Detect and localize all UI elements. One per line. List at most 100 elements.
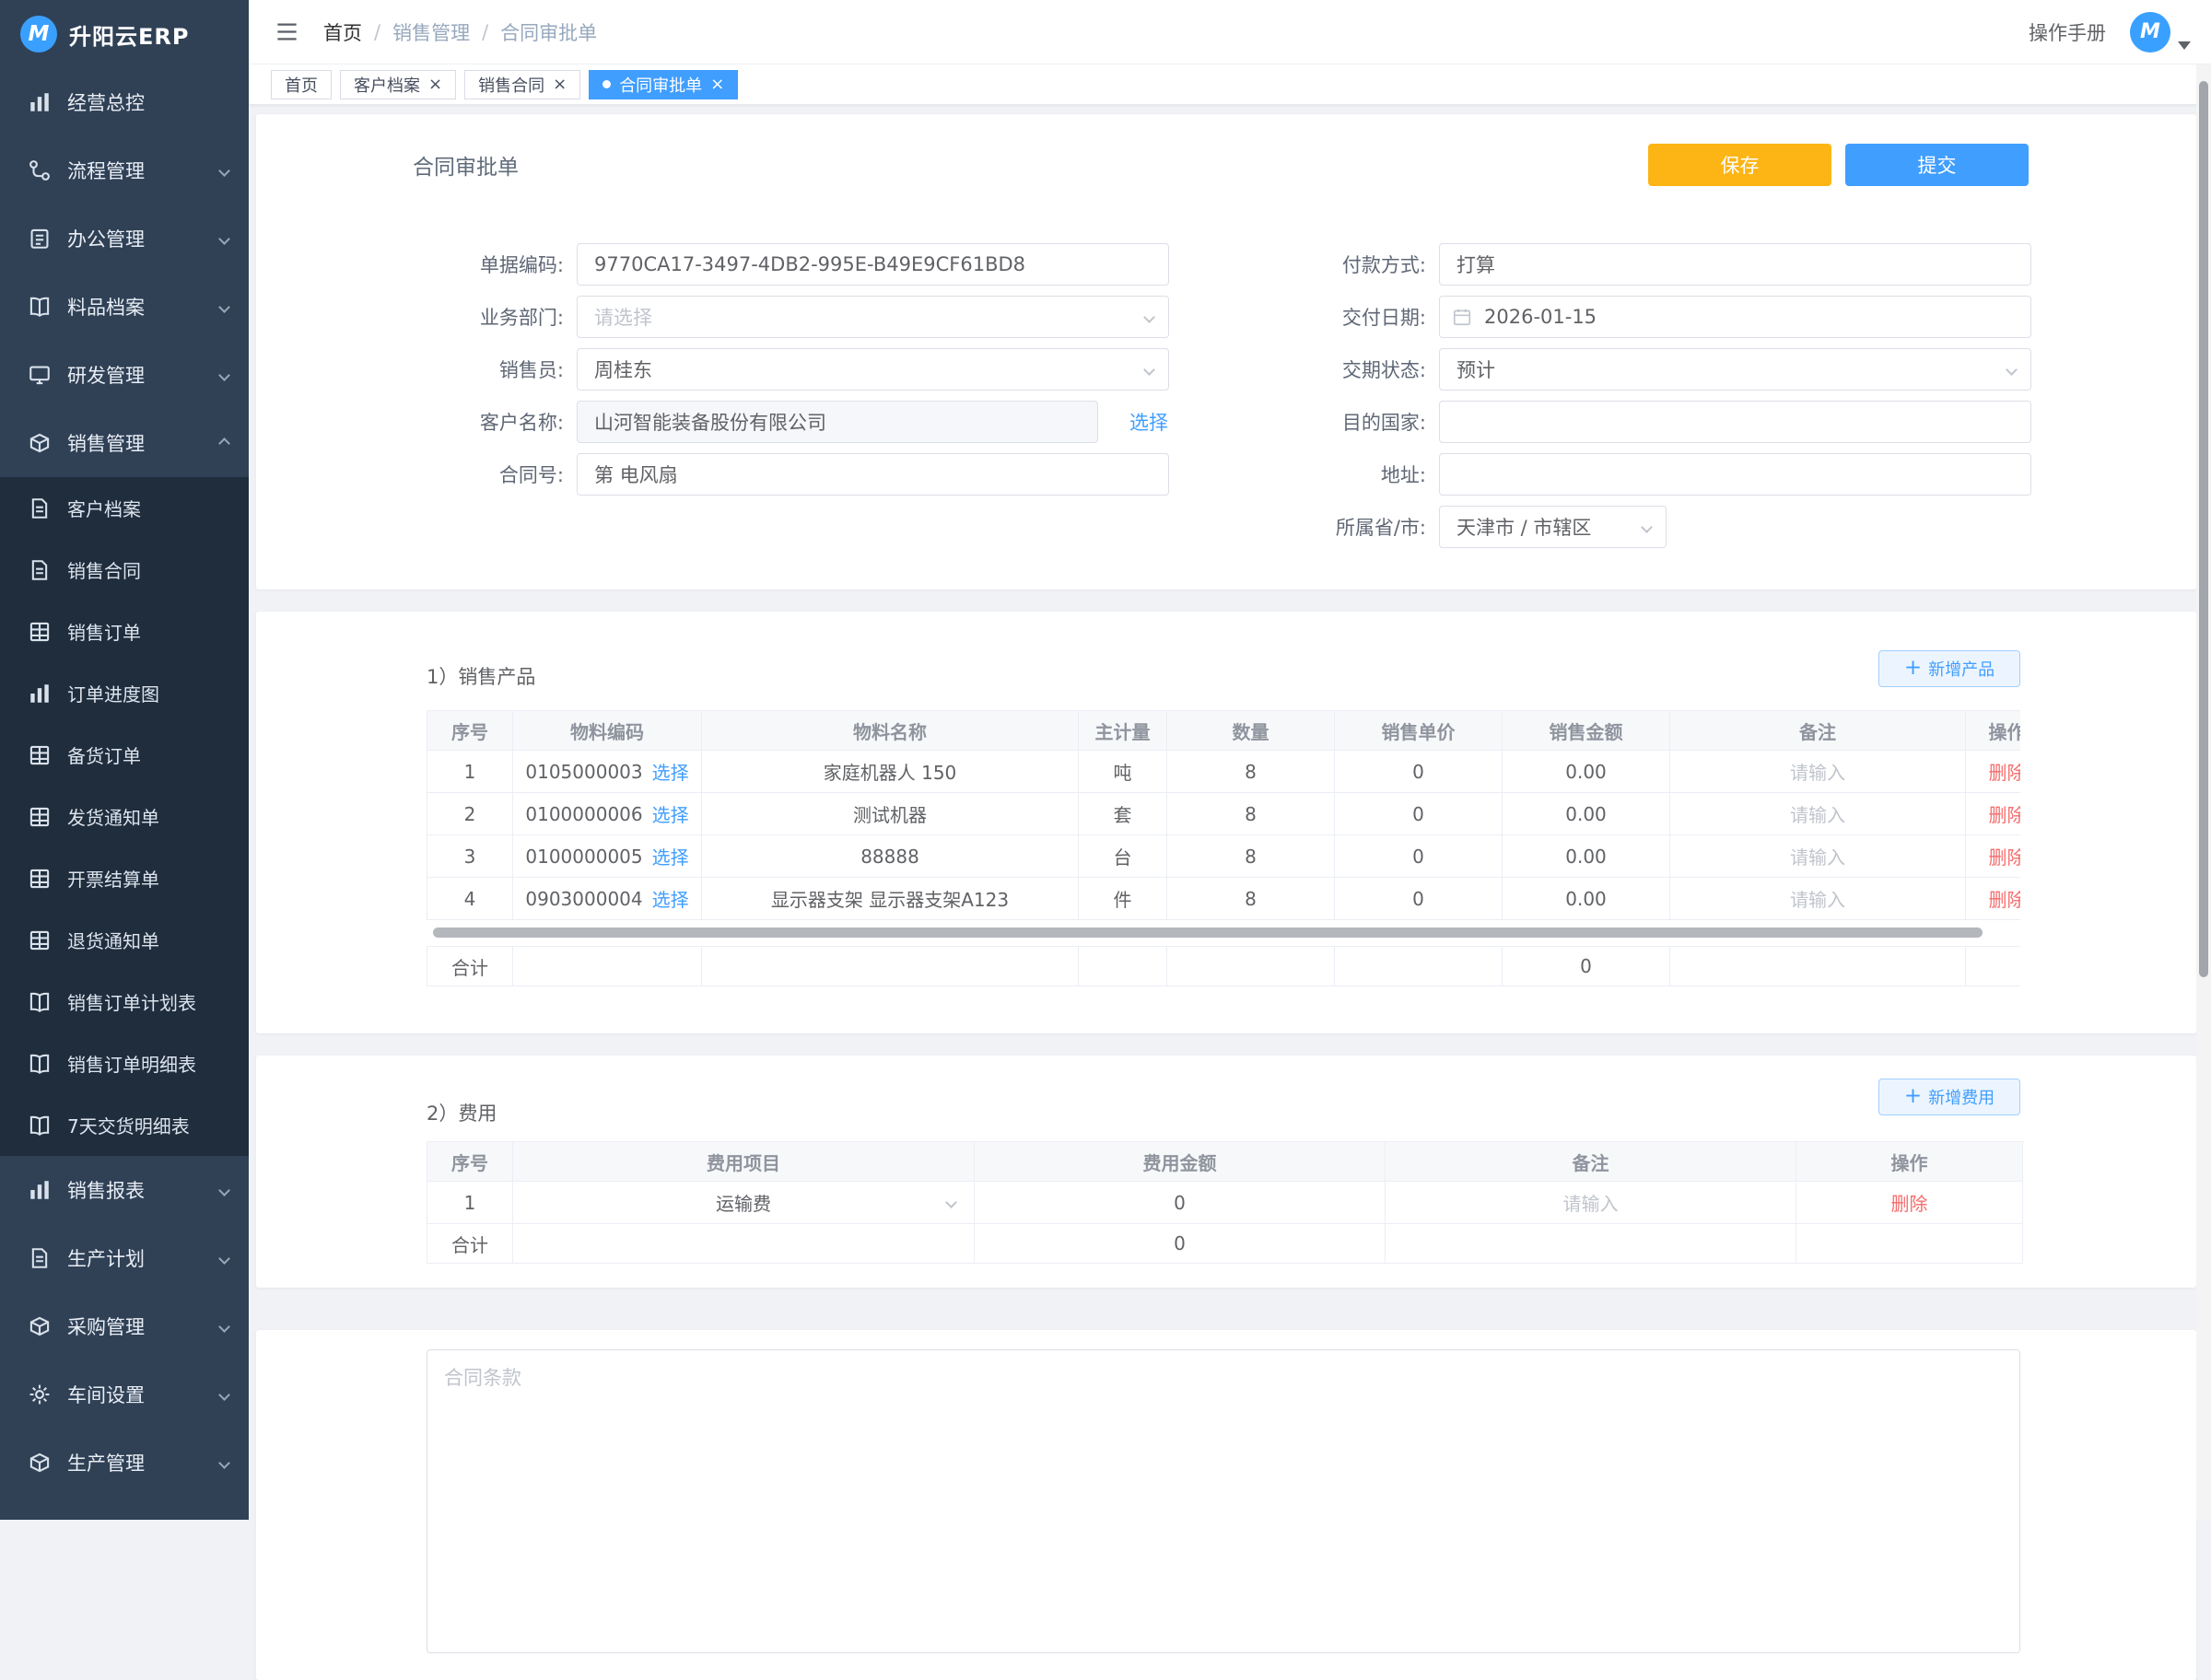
contract-no-field[interactable]	[577, 453, 1169, 496]
sidebar-item-delivery-notice[interactable]: 发货通知单	[0, 786, 249, 847]
sidebar-item-sales-mgmt[interactable]: 销售管理	[0, 409, 249, 477]
sidebar-item-production-mgmt[interactable]: 生产管理	[0, 1429, 249, 1497]
save-button[interactable]: 保存	[1648, 144, 1831, 186]
sidebar-item-business-overview[interactable]: 经营总控	[0, 68, 249, 136]
destination-country-input[interactable]	[1440, 411, 2030, 433]
price-cell[interactable]: 0	[1335, 835, 1503, 878]
sidebar-item-sales-order-plan[interactable]: 销售订单计划表	[0, 971, 249, 1032]
tab-home[interactable]: 首页	[271, 70, 332, 99]
sidebar-item-label: 车间设置	[67, 1381, 145, 1408]
sidebar-item-return-notice[interactable]: 退货通知单	[0, 909, 249, 971]
close-tab-icon[interactable]: ×	[428, 76, 442, 93]
select-material-link[interactable]: 选择	[652, 843, 689, 869]
submit-button[interactable]: 提交	[1845, 144, 2029, 186]
breadcrumb-item[interactable]: 首页	[323, 18, 362, 46]
contract-no-input[interactable]	[578, 463, 1168, 485]
contract-terms-textarea[interactable]	[427, 1349, 2020, 1653]
manual-link[interactable]: 操作手册	[2029, 18, 2106, 46]
sidebar-item-label: 流程管理	[67, 157, 145, 184]
breadcrumb-item: 合同审批单	[500, 18, 597, 46]
delivery-status-field[interactable]: 预计	[1439, 348, 2031, 391]
seq-cell: 1	[427, 751, 513, 793]
address-input[interactable]	[1440, 463, 2030, 485]
delivery-date-input[interactable]	[1440, 306, 2030, 328]
qty-cell[interactable]: 8	[1167, 835, 1335, 878]
sidebar-item-order-progress[interactable]: 订单进度图	[0, 662, 249, 724]
payment-method-field[interactable]	[1439, 243, 2031, 286]
salesperson-field[interactable]: 周桂东	[577, 348, 1169, 391]
sidebar-item-office-mgmt[interactable]: 办公管理	[0, 204, 249, 273]
sidebar-item-sales-contract[interactable]: 销售合同	[0, 539, 249, 601]
address-field[interactable]	[1439, 453, 2031, 496]
sidebar-item-purchase-mgmt[interactable]: 采购管理	[0, 1292, 249, 1360]
note-cell[interactable]: 请输入	[1670, 751, 1966, 793]
vertical-scrollbar[interactable]	[2199, 81, 2208, 977]
sidebar-item-invoice-settlement[interactable]: 开票结算单	[0, 847, 249, 909]
delete-row-link[interactable]: 删除	[1989, 843, 2021, 869]
column-header: 数量	[1167, 711, 1335, 751]
sidebar-item-stockup-order[interactable]: 备货订单	[0, 724, 249, 786]
close-tab-icon[interactable]: ×	[710, 76, 724, 93]
sidebar-item-process-mgmt[interactable]: 流程管理	[0, 136, 249, 204]
select-material-link[interactable]: 选择	[652, 885, 689, 912]
fee-amount-cell[interactable]: 0	[975, 1182, 1386, 1224]
sidebar-item-sales-order-detail[interactable]: 销售订单明细表	[0, 1032, 249, 1094]
customer-name-select-link[interactable]: 选择	[1129, 408, 1168, 436]
sidebar-item-label: 销售管理	[67, 429, 145, 457]
note-cell[interactable]: 请输入	[1386, 1182, 1796, 1224]
close-tab-icon[interactable]: ×	[553, 76, 567, 93]
note-cell[interactable]: 请输入	[1670, 878, 1966, 920]
sidebar-item-label: 发货通知单	[67, 803, 159, 830]
delete-row-link[interactable]: 删除	[1989, 758, 2021, 785]
qty-cell[interactable]: 8	[1167, 878, 1335, 920]
price-cell[interactable]: 0	[1335, 793, 1503, 835]
fee-item-cell[interactable]: 运输费	[513, 1182, 975, 1224]
delete-row-link[interactable]: 删除	[1891, 1189, 1928, 1216]
horizontal-scrollbar[interactable]	[433, 928, 1983, 938]
tab-customer-archive[interactable]: 客户档案×	[340, 70, 456, 99]
sidebar-item-seven-day-delivery[interactable]: 7天交货明细表	[0, 1094, 249, 1156]
doc-code-input[interactable]	[578, 253, 1168, 275]
horizontal-scrollbar-track	[427, 926, 2020, 939]
delete-row-link[interactable]: 删除	[1989, 885, 2021, 912]
payment-method-input[interactable]	[1440, 253, 2030, 275]
selected-value: 周桂东	[578, 356, 669, 383]
doc-code-field[interactable]	[577, 243, 1169, 286]
avatar[interactable]: M	[2130, 12, 2170, 52]
sidebar-item-production-plan[interactable]: 生产计划	[0, 1224, 249, 1292]
sidebar-item-materials-archive[interactable]: 料品档案	[0, 273, 249, 341]
grid-icon	[28, 620, 52, 644]
note-cell[interactable]: 请输入	[1670, 793, 1966, 835]
business-dept-field[interactable]: 请选择	[577, 296, 1169, 338]
delete-row-link[interactable]: 删除	[1989, 800, 2021, 827]
add-fee-button[interactable]: + 新增费用	[1878, 1079, 2020, 1115]
delivery-date-field[interactable]	[1439, 296, 2031, 338]
destination-country-field[interactable]	[1439, 401, 2031, 443]
avatar-caret-icon[interactable]	[2178, 41, 2191, 50]
hamburger-icon[interactable]	[275, 19, 299, 44]
sidebar-item-customer-archive[interactable]: 客户档案	[0, 477, 249, 539]
breadcrumb-item[interactable]: 销售管理	[392, 18, 470, 46]
sidebar-item-sales-report[interactable]: 销售报表	[0, 1156, 249, 1224]
field-label: 交期状态:	[1176, 356, 1426, 383]
customer-name-input[interactable]	[578, 411, 1097, 433]
contract-terms-card	[256, 1330, 2196, 1680]
select-material-link[interactable]: 选择	[652, 800, 689, 827]
province-city-field[interactable]: 天津市 / 市辖区	[1439, 506, 1667, 548]
chevron-down-icon	[218, 1321, 230, 1333]
note-cell[interactable]: 请输入	[1670, 835, 1966, 878]
price-cell[interactable]: 0	[1335, 751, 1503, 793]
tab-sales-contract[interactable]: 销售合同×	[464, 70, 580, 99]
tab-contract-approval[interactable]: 合同审批单×	[589, 70, 738, 99]
customer-name-field[interactable]	[577, 401, 1098, 443]
active-tab-dot	[602, 80, 611, 88]
add-product-button[interactable]: + 新增产品	[1878, 650, 2020, 687]
qty-cell[interactable]: 8	[1167, 751, 1335, 793]
sidebar-item-rd-mgmt[interactable]: 研发管理	[0, 341, 249, 409]
sidebar-item-workshop-settings[interactable]: 车间设置	[0, 1360, 249, 1429]
qty-cell[interactable]: 8	[1167, 793, 1335, 835]
select-material-link[interactable]: 选择	[652, 758, 689, 785]
sidebar-item-sales-order[interactable]: 销售订单	[0, 601, 249, 662]
price-cell[interactable]: 0	[1335, 878, 1503, 920]
sidebar-item-outsource-mgmt[interactable]: 委外管理	[0, 1497, 249, 1520]
